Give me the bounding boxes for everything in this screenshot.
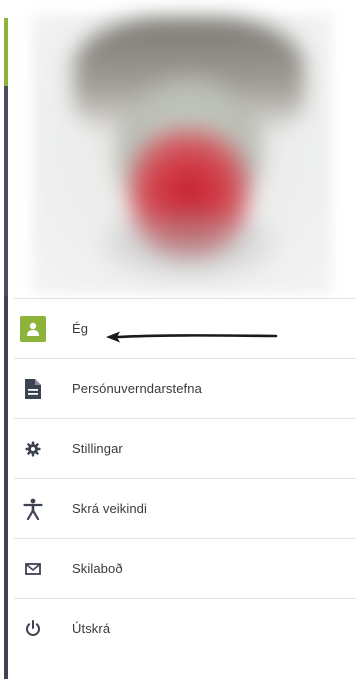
menu-item-label: Ég [72,321,89,336]
menu-item-label: Persónuverndarstefna [72,381,202,396]
annotation-arrow [106,331,278,343]
side-menu: Ég Persónuverndarstefna Stillingar Skrá … [14,298,356,658]
power-icon [20,616,46,642]
menu-item-logout[interactable]: Útskrá [14,598,356,658]
menu-item-messages[interactable]: Skilaboð [14,538,356,598]
menu-item-label: Skrá veikindi [72,501,147,516]
photo-blur-region [104,208,274,278]
envelope-icon [20,556,46,582]
menu-item-report-sick[interactable]: Skrá veikindi [14,478,356,538]
gear-icon [20,436,46,462]
menu-item-settings[interactable]: Stillingar [14,418,356,478]
edge-dark-segment [4,86,8,296]
profile-header [14,0,356,298]
accessibility-icon [20,496,46,522]
menu-item-label: Stillingar [72,441,123,456]
person-icon [20,315,46,342]
edge-dark-segment [4,296,8,679]
document-icon [20,376,46,402]
menu-item-privacy-policy[interactable]: Persónuverndarstefna [14,358,356,418]
edge-accent-segment [4,18,8,86]
menu-item-label: Útskrá [72,621,111,636]
sidebar-edge [0,0,8,679]
menu-item-label: Skilaboð [72,561,123,576]
app-root: Ég Persónuverndarstefna Stillingar Skrá … [0,0,356,679]
profile-photo-blurred[interactable] [74,18,304,288]
menu-item-me[interactable]: Ég [14,298,356,358]
